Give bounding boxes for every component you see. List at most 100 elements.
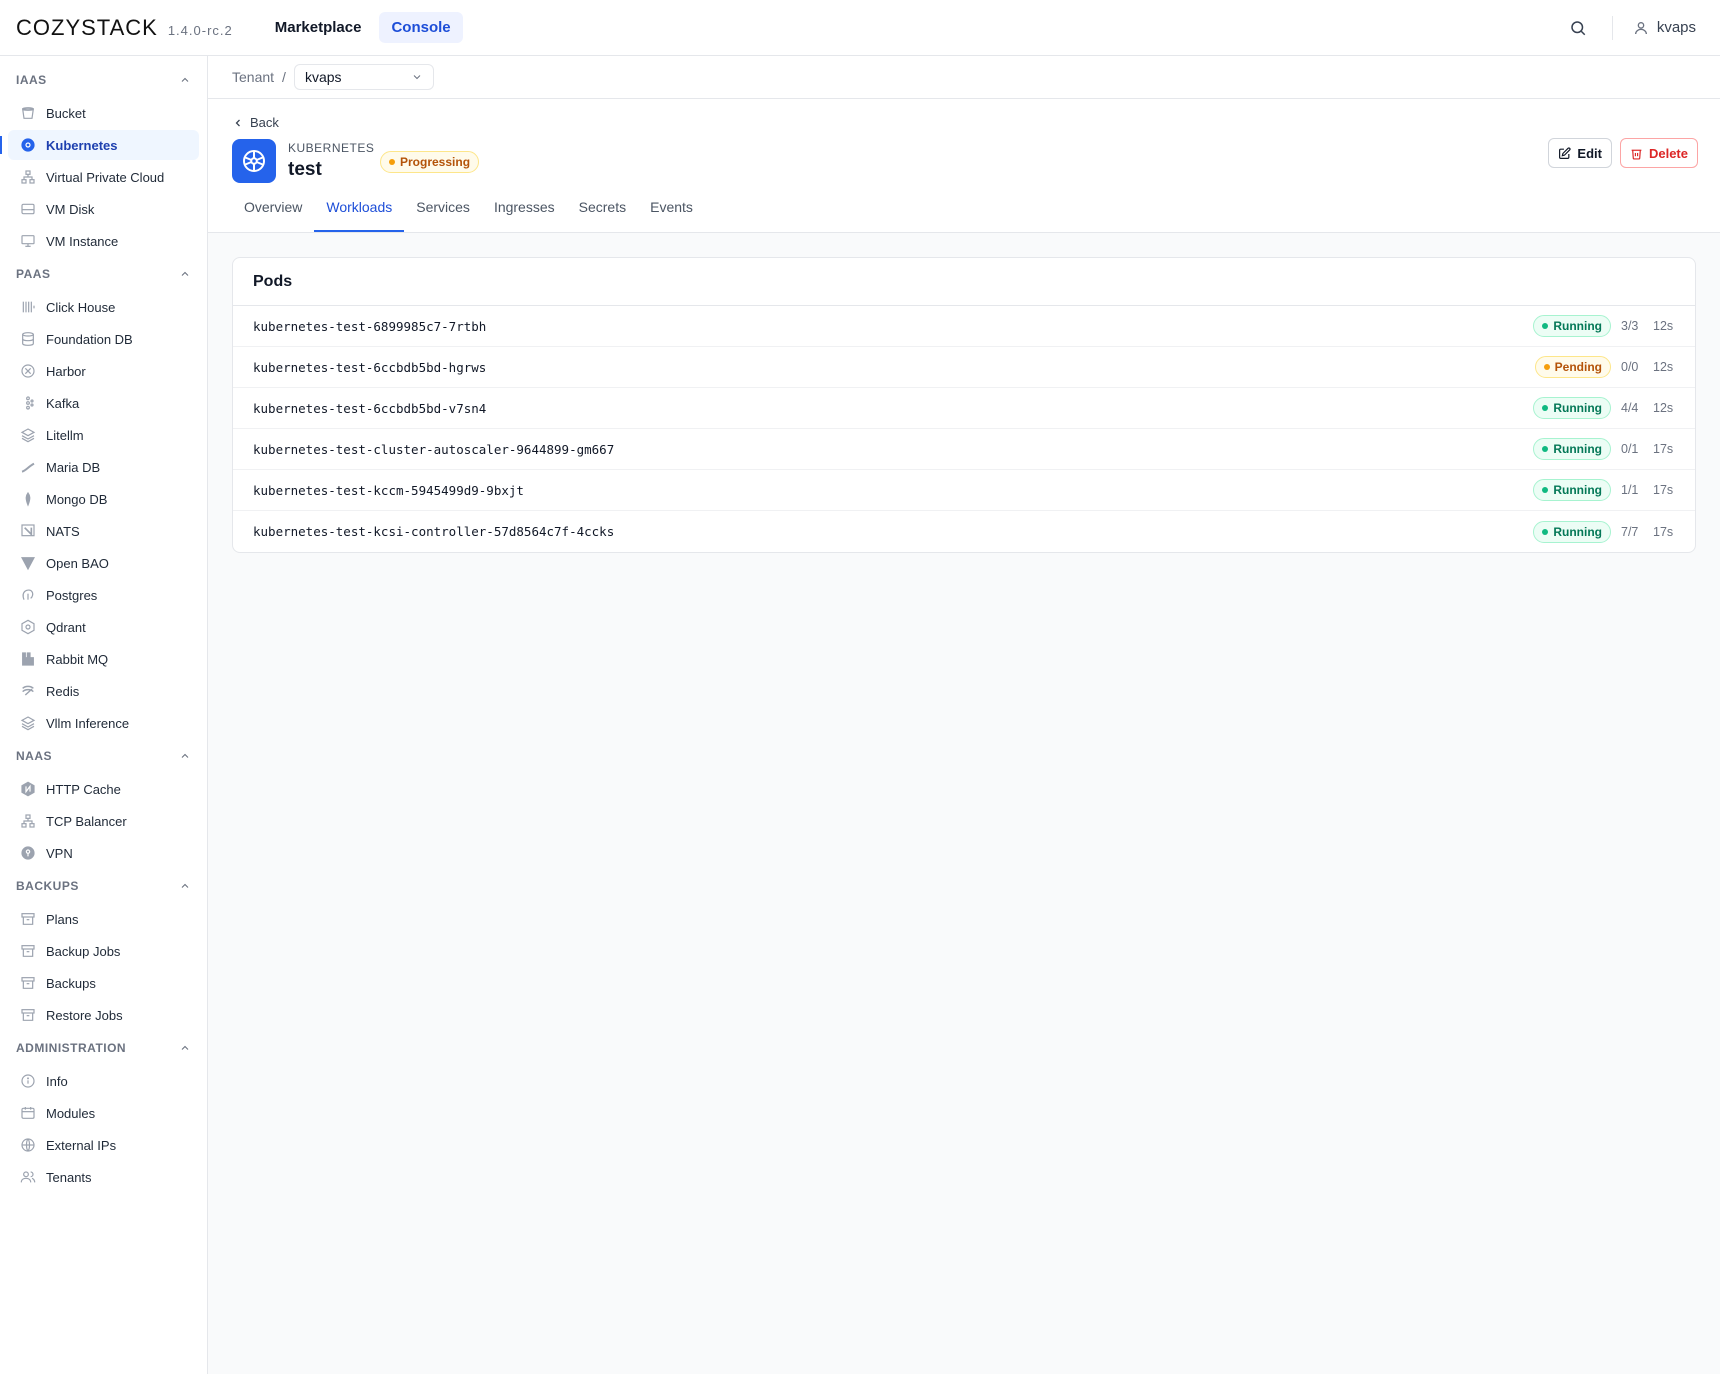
pod-name[interactable]: kubernetes-test-6ccbdb5bd-v7sn4 <box>253 401 486 416</box>
back-link[interactable]: Back <box>232 115 279 130</box>
chevron-up-icon <box>181 1045 189 1050</box>
tab-bar: Overview Workloads Services Ingresses Se… <box>232 199 705 232</box>
tab-secrets[interactable]: Secrets <box>567 199 638 232</box>
sidebar-item-harbor[interactable]: Harbor <box>8 356 199 386</box>
sidebar-item-bucket[interactable]: Bucket <box>8 98 199 128</box>
sidebar-item-label: Bucket <box>46 105 86 121</box>
user-menu[interactable]: kvaps <box>1633 19 1696 36</box>
table-row[interactable]: kubernetes-test-kcsi-controller-57d8564c… <box>233 511 1695 552</box>
chevron-up-icon <box>181 883 189 888</box>
table-row[interactable]: kubernetes-test-kccm-5945499d9-9bxjt Run… <box>233 470 1695 511</box>
sidebar-item-label: External IPs <box>46 1137 117 1153</box>
tab-workloads[interactable]: Workloads <box>314 199 405 232</box>
kubernetes-icon <box>232 139 276 183</box>
pod-name[interactable]: kubernetes-test-cluster-autoscaler-96448… <box>253 442 614 457</box>
pod-status-badge: Running <box>1533 397 1611 419</box>
sidebar-item-redis[interactable]: Redis <box>8 676 199 706</box>
sidebar-item-vm-instance[interactable]: VM Instance <box>8 226 199 256</box>
sidebar-item-kafka[interactable]: Kafka <box>8 388 199 418</box>
status-dot <box>1542 323 1549 329</box>
sidebar-item-tcp-balancer[interactable]: TCP Balancer <box>8 806 199 836</box>
sidebar-item-tenants[interactable]: Tenants <box>8 1162 199 1192</box>
nav-marketplace[interactable]: Marketplace <box>263 12 374 43</box>
breadcrumb-separator: / <box>282 69 286 85</box>
search-icon <box>1571 20 1586 35</box>
sidebar-item-vm-disk[interactable]: VM Disk <box>8 194 199 224</box>
table-row[interactable]: kubernetes-test-6ccbdb5bd-hgrws Pending … <box>233 347 1695 388</box>
pod-meta: Running 1/1 17s <box>1533 479 1675 501</box>
tab-overview[interactable]: Overview <box>232 199 314 232</box>
tab-ingresses[interactable]: Ingresses <box>482 199 567 232</box>
sidebar-item-external-ips[interactable]: External IPs <box>8 1130 199 1160</box>
sidebar-item-vllm-inference[interactable]: Vllm Inference <box>8 708 199 738</box>
nav-console[interactable]: Console <box>379 12 463 43</box>
sidebar-item-restore-jobs[interactable]: Restore Jobs <box>8 1000 199 1030</box>
pod-status-badge: Pending <box>1534 356 1611 378</box>
tenant-select[interactable]: kvaps <box>293 64 434 90</box>
sidebar-item-open-bao[interactable]: Open BAO <box>8 548 199 578</box>
sidebar-item-nats[interactable]: NATS <box>8 516 199 546</box>
pod-status: Running <box>1553 483 1602 497</box>
table-row[interactable]: kubernetes-test-cluster-autoscaler-96448… <box>233 429 1695 470</box>
redis-icon <box>22 685 34 696</box>
breadcrumb-tenant[interactable]: Tenant <box>232 69 274 85</box>
sidebar-item-virtual-private-cloud[interactable]: Virtual Private Cloud <box>8 162 199 192</box>
sidebar-item-info[interactable]: Info <box>8 1066 199 1096</box>
kubernetes-icon <box>21 138 35 152</box>
sidebar-item-rabbit-mq[interactable]: Rabbit MQ <box>8 644 199 674</box>
sidebar-item-backups[interactable]: Backups <box>8 968 199 998</box>
section-backups[interactable]: BACKUPS <box>0 870 207 902</box>
section-iaas[interactable]: IAAS <box>0 64 207 96</box>
pod-status: Running <box>1553 524 1602 539</box>
sidebar-item-qdrant[interactable]: Qdrant <box>8 612 199 642</box>
sidebar-item-kubernetes[interactable]: Kubernetes <box>0 130 199 160</box>
sidebar-item-label: NATS <box>46 523 80 539</box>
sidebar-item-mongo-db[interactable]: Mongo DB <box>8 484 199 514</box>
trash-icon <box>1631 149 1642 160</box>
pods-card: Pods kubernetes-test-6899985c7-7rtbh Run… <box>232 257 1696 553</box>
pod-name[interactable]: kubernetes-test-kccm-5945499d9-9bxjt <box>253 483 524 498</box>
delete-button[interactable]: Delete <box>1619 138 1698 168</box>
sidebar-item-label: Backup Jobs <box>46 943 121 959</box>
logo[interactable]: COZYSTACK 1.4.0-rc.2 <box>16 15 233 41</box>
pod-status-badge: Running <box>1533 520 1611 543</box>
sidebar-item-postgres[interactable]: Postgres <box>8 580 199 610</box>
postgres-icon <box>22 589 34 600</box>
status-dot <box>1542 487 1549 493</box>
nats-icon <box>21 524 35 537</box>
table-row[interactable]: kubernetes-test-6ccbdb5bd-v7sn4 Running … <box>233 388 1695 429</box>
tab-services[interactable]: Services <box>404 199 482 232</box>
section-title: PAAS <box>16 267 51 281</box>
pod-status-badge: Running <box>1533 438 1611 460</box>
vpn-icon <box>21 846 35 860</box>
sidebar-item-foundation-db[interactable]: Foundation DB <box>8 324 199 354</box>
sidebar-item-label: Rabbit MQ <box>46 651 109 667</box>
pod-name[interactable]: kubernetes-test-6ccbdb5bd-hgrws <box>253 360 486 375</box>
sidebar-item-backup-jobs[interactable]: Backup Jobs <box>8 936 199 966</box>
section-naas[interactable]: NAAS <box>0 740 207 772</box>
sidebar-item-click-house[interactable]: Click House <box>8 292 199 322</box>
sidebar-item-modules[interactable]: Modules <box>8 1098 199 1128</box>
pod-name[interactable]: kubernetes-test-6899985c7-7rtbh <box>253 319 486 334</box>
sidebar-item-maria-db[interactable]: Maria DB <box>8 452 199 482</box>
search-button[interactable] <box>1564 14 1592 42</box>
section-administration[interactable]: ADMINISTRATION <box>0 1032 207 1064</box>
sidebar-item-label: VPN <box>46 845 73 861</box>
sidebar-item-label: Harbor <box>46 363 86 379</box>
sidebar-item-label: HTTP Cache <box>46 781 121 797</box>
section-title: IAAS <box>16 73 47 87</box>
sidebar-item-label: Postgres <box>46 587 98 603</box>
table-row[interactable]: kubernetes-test-6899985c7-7rtbh Running … <box>233 306 1695 347</box>
tab-events[interactable]: Events <box>638 199 705 232</box>
sidebar-item-litellm[interactable]: Litellm <box>8 420 199 450</box>
sidebar-item-http-cache[interactable]: HTTP Cache <box>8 774 199 804</box>
pod-meta: Running 3/3 12s <box>1533 315 1675 337</box>
sidebar-item-label: Backups <box>46 975 96 991</box>
sidebar-item-label: Qdrant <box>46 619 86 635</box>
sidebar-item-plans[interactable]: Plans <box>8 904 199 934</box>
section-paas[interactable]: PAAS <box>0 258 207 290</box>
sidebar-item-vpn[interactable]: VPN <box>8 838 199 868</box>
sidebar-item-label: Open BAO <box>46 555 109 571</box>
pod-name[interactable]: kubernetes-test-kcsi-controller-57d8564c… <box>253 524 614 539</box>
edit-button[interactable]: Edit <box>1548 138 1612 168</box>
